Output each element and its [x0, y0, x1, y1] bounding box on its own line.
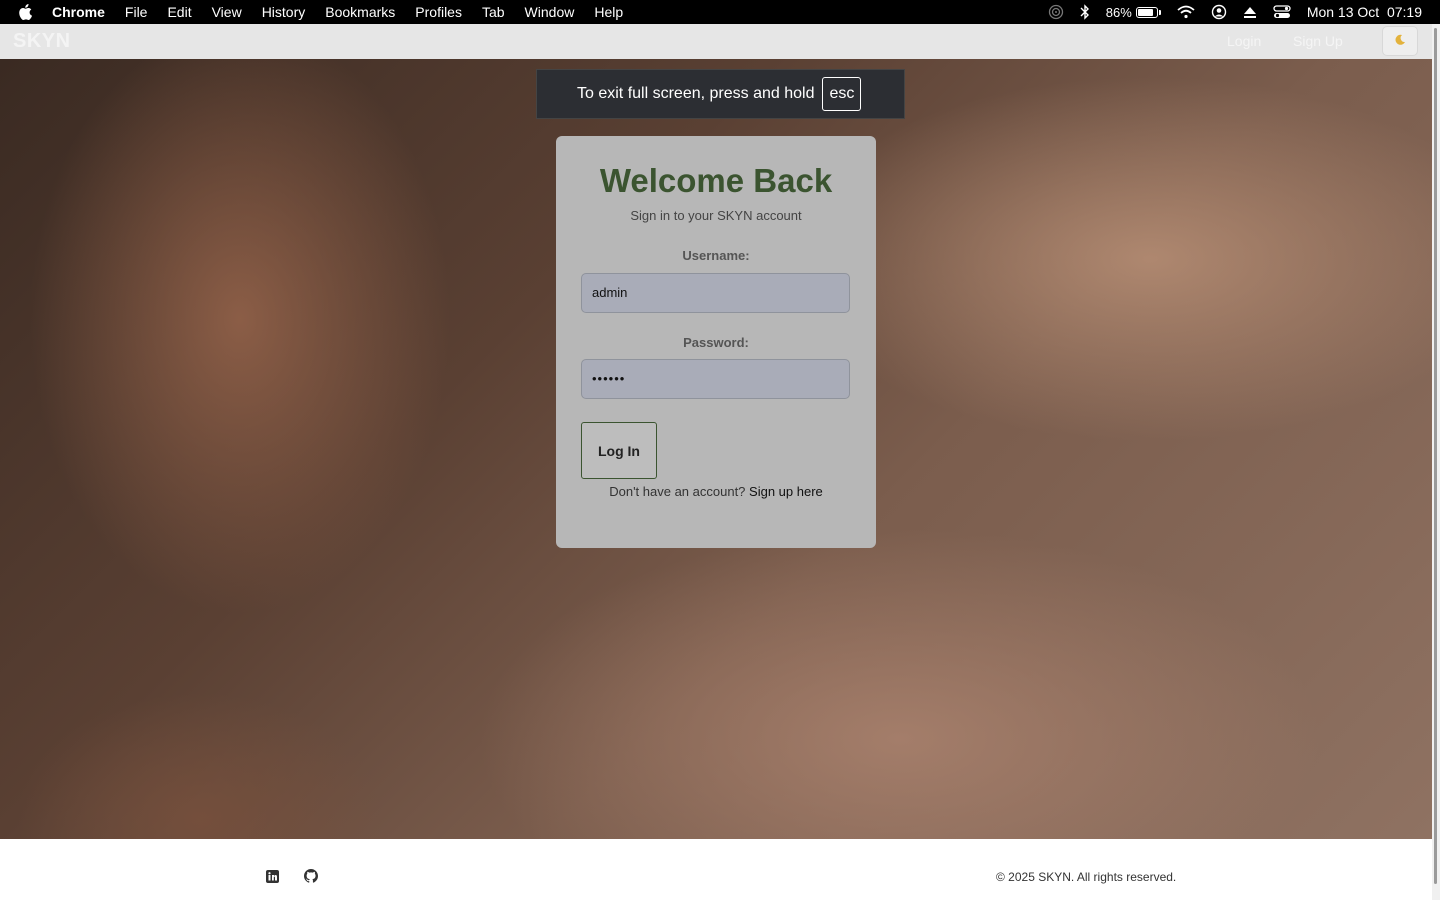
site-footer: © 2025 SKYN. All rights reserved.: [0, 839, 1432, 900]
signup-prompt: Don't have an account? Sign up here: [556, 484, 876, 499]
esc-key-badge: esc: [822, 77, 862, 111]
copyright-text: © 2025 SKYN. All rights reserved.: [996, 870, 1177, 884]
menu-tab[interactable]: Tab: [482, 4, 505, 20]
battery-indicator[interactable]: 86%: [1106, 5, 1161, 20]
page-subtitle: Sign in to your SKYN account: [630, 208, 802, 223]
password-label: Password:: [683, 335, 749, 350]
password-field[interactable]: ••••••: [581, 359, 850, 399]
theme-toggle-button[interactable]: [1382, 26, 1418, 56]
battery-percent: 86%: [1105, 4, 1132, 20]
menu-app-name[interactable]: Chrome: [52, 4, 105, 20]
page-scrollbar[interactable]: [1432, 24, 1440, 900]
eject-icon[interactable]: [1243, 5, 1257, 19]
linkedin-icon[interactable]: [264, 868, 280, 884]
login-card: Welcome Back Sign in to your SKYN accoun…: [556, 136, 876, 548]
menu-bar: Chrome File Edit View History Bookmarks …: [0, 0, 1440, 24]
signup-link[interactable]: Sign up here: [749, 484, 823, 499]
status-area: 86% Mon 13 Oct 07:19: [1032, 0, 1422, 24]
username-field[interactable]: admin: [581, 273, 850, 313]
menu-profiles[interactable]: Profiles: [415, 4, 462, 20]
brand-logo[interactable]: SKYN: [13, 30, 71, 53]
wifi-icon[interactable]: [1177, 5, 1195, 19]
battery-icon: [1135, 6, 1158, 18]
clock[interactable]: Mon 13 Oct 07:19: [1307, 4, 1422, 20]
menu-window[interactable]: Window: [525, 4, 575, 20]
menu-edit[interactable]: Edit: [167, 4, 191, 20]
user-account-icon[interactable]: [1211, 4, 1227, 20]
menu-help[interactable]: Help: [594, 4, 623, 20]
menu-bookmarks[interactable]: Bookmarks: [325, 4, 395, 20]
moon-icon: [1394, 34, 1406, 49]
menu-view[interactable]: View: [212, 4, 242, 20]
login-button[interactable]: Log In: [581, 422, 657, 479]
nav-login-link[interactable]: Login: [1227, 33, 1261, 49]
menu-history[interactable]: History: [262, 4, 306, 20]
username-label: Username:: [682, 248, 750, 263]
github-icon[interactable]: [303, 868, 319, 884]
fullscreen-exit-notice: To exit full screen, press and hold esc: [536, 69, 905, 119]
apple-icon[interactable]: [18, 4, 34, 20]
fullscreen-notice-text: To exit full screen, press and hold: [577, 85, 815, 102]
bluetooth-icon[interactable]: [1080, 4, 1090, 20]
airdrop-icon[interactable]: [1048, 4, 1064, 20]
scrollbar-thumb[interactable]: [1434, 28, 1437, 884]
site-navbar: SKYN Login Sign Up: [0, 24, 1432, 59]
menu-file[interactable]: File: [125, 4, 148, 20]
signup-prompt-text: Don't have an account?: [609, 484, 746, 499]
nav-signup-link[interactable]: Sign Up: [1293, 33, 1343, 49]
control-center-icon[interactable]: [1273, 5, 1291, 19]
page-title: Welcome Back: [599, 162, 833, 199]
battery-fill: [1137, 8, 1154, 16]
